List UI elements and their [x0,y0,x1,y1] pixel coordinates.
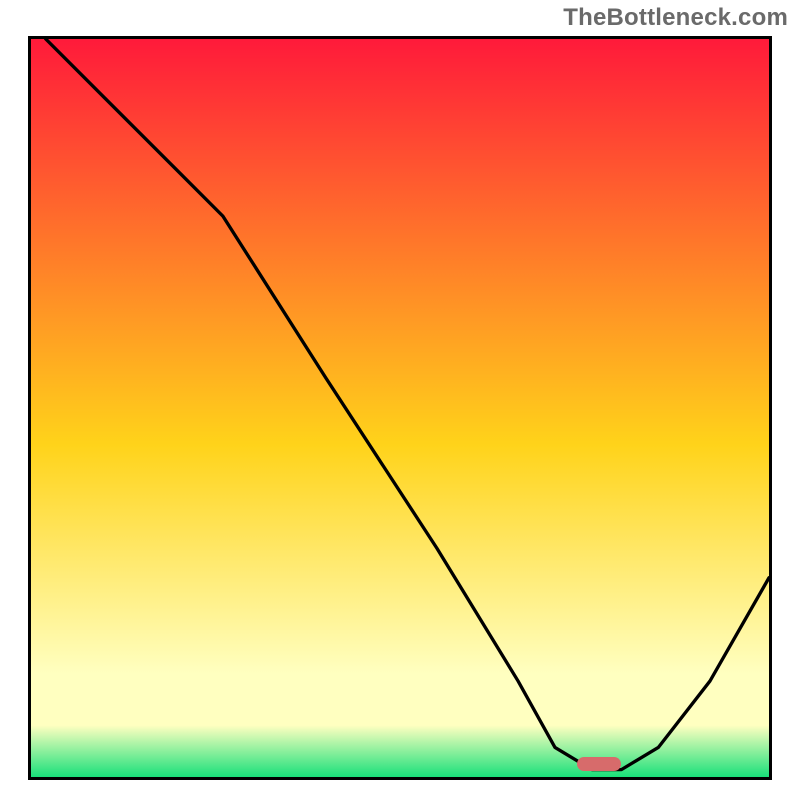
optimal-point-marker [577,757,621,771]
watermark-text: TheBottleneck.com [563,4,788,32]
chart-stage: TheBottleneck.com [0,0,800,800]
bottleneck-curve [31,39,769,777]
plot-area [28,36,772,780]
